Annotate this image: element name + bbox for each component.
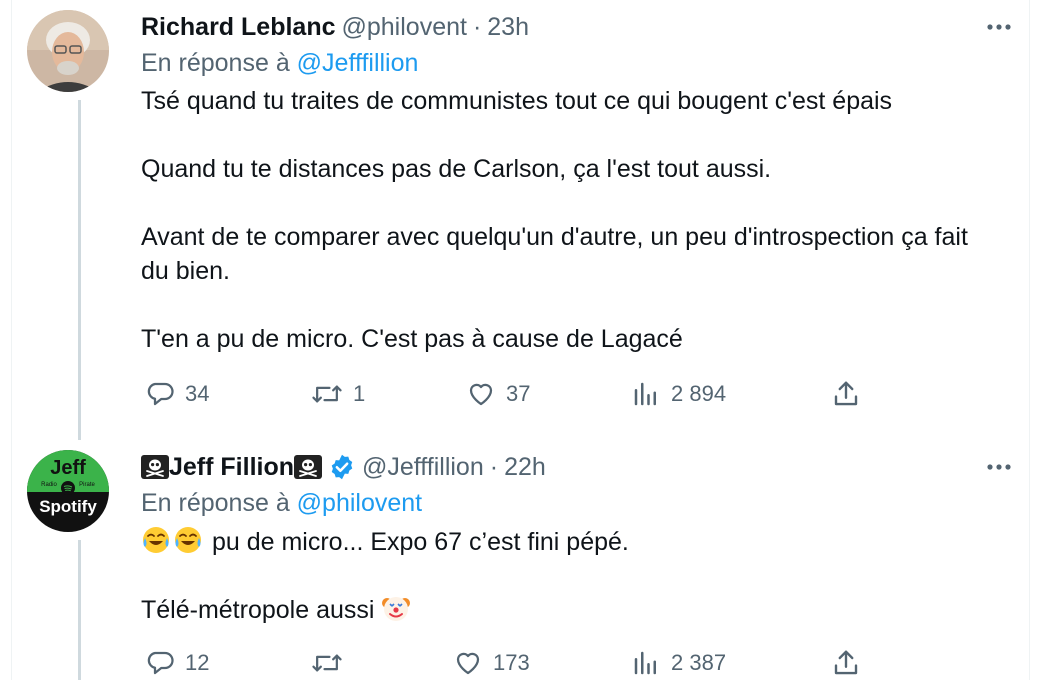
- skull-crossbones-icon: [141, 455, 169, 479]
- more-options-button[interactable]: [984, 12, 1014, 42]
- retweet-button[interactable]: 1: [311, 379, 365, 409]
- display-name[interactable]: Richard Leblanc: [141, 13, 336, 42]
- views-button[interactable]: 2 387: [631, 648, 726, 678]
- heart-icon: [456, 652, 480, 675]
- like-count: 173: [493, 650, 530, 675]
- timestamp[interactable]: 23h: [487, 13, 529, 42]
- analytics-bars-icon: [634, 382, 656, 406]
- tweet-paragraph: T'en a pu de micro. C'est pas à cause de…: [141, 325, 683, 353]
- tweet-text: pu de micro... Expo 67 c’est fini pépé. …: [141, 525, 1011, 627]
- more-options-button[interactable]: [984, 452, 1014, 482]
- tweet-text: Tsé quand tu traites de communistes tout…: [141, 84, 1011, 356]
- reply-context: En réponse à @philovent: [141, 489, 422, 518]
- reply-button[interactable]: 34: [145, 379, 209, 409]
- tweet-header: Richard Leblanc @philovent · 23h: [141, 10, 529, 44]
- like-button[interactable]: 173: [453, 648, 530, 678]
- tears-of-joy-emoji-icon: [143, 527, 169, 553]
- tweet-actions: 12 173 2 387: [141, 644, 871, 684]
- share-upload-icon: [834, 650, 858, 675]
- share-button[interactable]: [831, 379, 861, 409]
- person-photo-avatar-icon: [27, 10, 109, 92]
- reply-bubble-icon: [147, 651, 174, 675]
- tweet-paragraph: Tsé quand tu traites de communistes tout…: [141, 87, 893, 115]
- retweet-icon: [312, 385, 342, 403]
- user-handle[interactable]: @philovent: [342, 13, 467, 42]
- timestamp[interactable]: 22h: [504, 453, 546, 482]
- avatar-text-radio: Radio: [41, 482, 57, 488]
- like-count: 37: [506, 381, 531, 406]
- clown-face-emoji-icon: [382, 597, 411, 621]
- avatar-richard-leblanc[interactable]: [27, 10, 109, 92]
- reply-prefix: En réponse à: [141, 489, 290, 517]
- tweet-paragraph: Avant de te comparer avec quelqu'un d'au…: [141, 223, 968, 285]
- reply-mention-link[interactable]: @Jefffillion: [297, 49, 419, 77]
- verified-badge-icon[interactable]: [328, 453, 356, 481]
- tweet-line: pu de micro... Expo 67 c’est fini pépé.: [211, 528, 629, 556]
- like-button[interactable]: 37: [466, 379, 530, 409]
- reply-count: 12: [185, 650, 210, 675]
- radio-pirate-spotify-avatar-icon: Jeff Radio Pirate Spotify: [27, 450, 109, 532]
- separator-dot: ·: [472, 12, 482, 41]
- retweet-count: 1: [353, 381, 366, 406]
- reply-context: En réponse à @Jefffillion: [141, 49, 418, 78]
- tears-of-joy-emoji-icon: [175, 527, 201, 553]
- tweet-line: Télé-métropole aussi: [141, 596, 375, 624]
- view-count: 2 894: [671, 381, 727, 406]
- avatar-jeff-fillion[interactable]: Jeff Radio Pirate Spotify: [27, 450, 109, 532]
- reply-count: 34: [185, 381, 210, 406]
- tweet-actions: 34 1 37 2 894: [141, 375, 871, 415]
- avatar-text-jeff: Jeff: [50, 457, 86, 479]
- tweet-header: Jeff Fillion @Jefffillion · 22h: [141, 450, 546, 484]
- avatar-text-spotify: Spotify: [39, 497, 97, 516]
- skull-crossbones-icon: [294, 455, 322, 479]
- views-button[interactable]: 2 894: [631, 379, 726, 409]
- retweet-button[interactable]: [311, 648, 353, 678]
- thread-line: [78, 540, 81, 680]
- more-dots-icon: [987, 24, 1011, 30]
- more-dots-icon: [987, 464, 1011, 470]
- retweet-icon: [312, 654, 342, 672]
- tweet-paragraph: Quand tu te distances pas de Carlson, ça…: [141, 155, 772, 183]
- avatar-text-pirate: Pirate: [79, 482, 95, 488]
- share-upload-icon: [834, 381, 858, 406]
- analytics-bars-icon: [634, 651, 656, 675]
- thread-line: [78, 100, 81, 440]
- display-name[interactable]: Jeff Fillion: [169, 453, 294, 482]
- share-button[interactable]: [831, 648, 861, 678]
- separator-dot: ·: [489, 452, 499, 481]
- heart-icon: [469, 383, 493, 406]
- view-count: 2 387: [671, 650, 727, 675]
- reply-bubble-icon: [147, 382, 174, 406]
- reply-mention-link[interactable]: @philovent: [297, 489, 422, 517]
- reply-button[interactable]: 12: [145, 648, 209, 678]
- user-handle[interactable]: @Jefffillion: [362, 453, 484, 482]
- reply-prefix: En réponse à: [141, 49, 290, 77]
- frame-border-right: [1029, 0, 1030, 680]
